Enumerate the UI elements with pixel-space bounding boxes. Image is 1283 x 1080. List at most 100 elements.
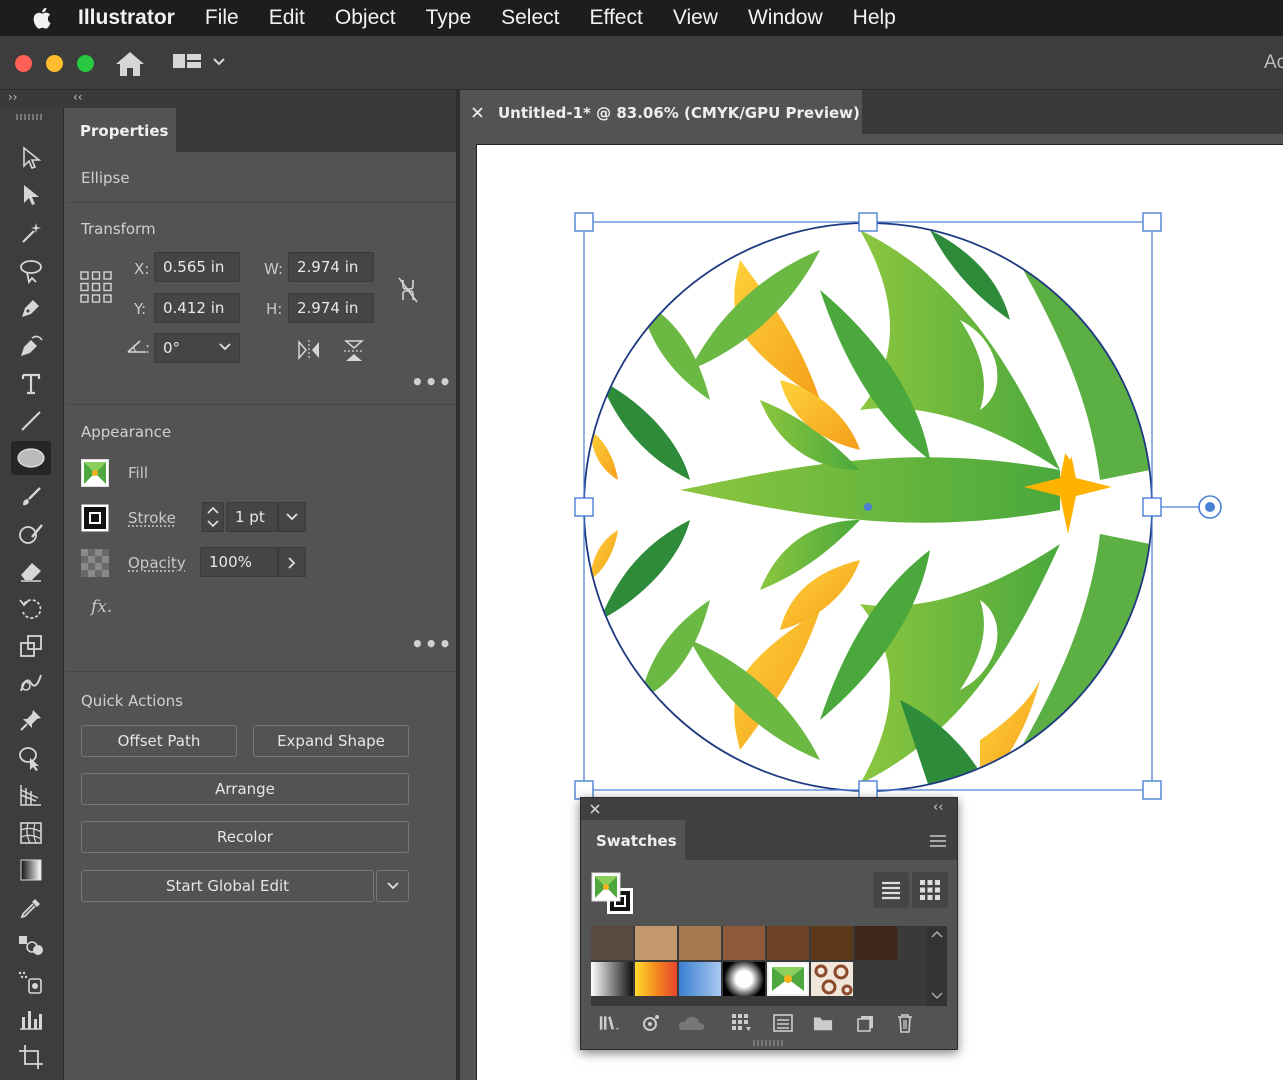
swatch-gradient-gray[interactable] <box>591 962 633 996</box>
perspective-grid-tool[interactable] <box>11 778 51 812</box>
close-window-button[interactable] <box>15 55 32 72</box>
shaper-tool[interactable] <box>11 517 51 551</box>
swatch-color-2[interactable] <box>635 926 677 960</box>
document-tab[interactable]: Untitled-1* @ 83.06% (CMYK/GPU Preview) <box>460 90 862 134</box>
global-edit-options-dropdown[interactable] <box>376 870 409 902</box>
swatch-gradient-blue[interactable] <box>679 962 721 996</box>
expand-shape-button[interactable]: Expand Shape <box>253 725 409 757</box>
opacity-input[interactable]: 100% <box>200 547 278 577</box>
height-input[interactable]: 2.974 in <box>288 293 374 323</box>
toolbar-grip-icon[interactable] <box>16 114 46 120</box>
properties-tab[interactable]: Properties <box>66 108 176 152</box>
direct-selection-tool[interactable] <box>11 178 51 212</box>
home-icon[interactable] <box>114 50 146 78</box>
scroll-down-icon[interactable] <box>931 992 943 1000</box>
stroke-swatch-icon[interactable] <box>81 504 109 532</box>
menu-help[interactable]: Help <box>853 6 896 30</box>
opacity-flyout-button[interactable] <box>278 547 306 577</box>
opacity-label[interactable]: Opacity <box>128 554 186 572</box>
minimize-window-button[interactable] <box>46 55 63 72</box>
recolor-button[interactable]: Recolor <box>81 821 409 853</box>
arrange-button[interactable]: Arrange <box>81 773 409 805</box>
reference-point-icon[interactable] <box>80 271 112 303</box>
gradient-tool[interactable] <box>11 853 51 887</box>
menu-app-name[interactable]: Illustrator <box>78 6 175 30</box>
swatch-color-6[interactable] <box>811 926 853 960</box>
type-tool[interactable] <box>11 367 51 401</box>
close-panel-icon[interactable] <box>590 804 600 814</box>
cloud-library-icon[interactable] <box>677 1013 707 1033</box>
swatch-pattern-swirls[interactable] <box>811 962 853 996</box>
stroke-weight-dropdown[interactable] <box>278 502 306 532</box>
flip-vertical-icon[interactable] <box>342 338 366 364</box>
y-input[interactable]: 0.412 in <box>154 293 240 323</box>
swatch-gradient-radial[interactable] <box>723 962 765 996</box>
selected-ellipse-artwork[interactable] <box>460 134 1283 800</box>
fx-effects-button[interactable]: fx. <box>91 597 112 617</box>
angle-dropdown-chevron-icon[interactable] <box>218 342 232 352</box>
swatch-options-grid-icon[interactable] <box>731 1013 751 1033</box>
swatch-color-5[interactable] <box>767 926 809 960</box>
menu-view[interactable]: View <box>673 6 718 30</box>
grid-view-button[interactable] <box>912 872 948 908</box>
stroke-weight-input[interactable]: 1 pt <box>226 502 278 532</box>
workspace-switcher-icon[interactable] <box>172 52 228 72</box>
swatches-title-bar[interactable]: ‹‹ <box>581 798 957 820</box>
expand-toolbar-arrows[interactable]: ›› <box>8 90 18 104</box>
line-segment-tool[interactable] <box>11 404 51 438</box>
selection-tool[interactable] <box>11 141 51 175</box>
eraser-tool[interactable] <box>11 554 51 588</box>
collapse-panel-arrows[interactable]: ‹‹ <box>933 800 943 815</box>
list-view-button[interactable] <box>873 872 909 908</box>
transform-more-options-button[interactable]: ••• <box>411 370 452 394</box>
curvature-tool[interactable] <box>11 329 51 363</box>
opacity-checker-icon[interactable] <box>81 549 109 577</box>
swatch-libraries-icon[interactable] <box>599 1013 619 1033</box>
start-global-edit-button[interactable]: Start Global Edit <box>81 870 374 902</box>
appbar-right-label[interactable]: Ac <box>1264 52 1283 74</box>
blend-tool[interactable] <box>11 928 51 962</box>
menu-type[interactable]: Type <box>426 6 472 30</box>
scroll-up-icon[interactable] <box>931 930 943 938</box>
fill-swatch-icon[interactable] <box>81 459 109 487</box>
width-input[interactable]: 2.974 in <box>288 252 374 282</box>
ellipse-tool[interactable] <box>11 441 51 475</box>
scale-tool[interactable] <box>11 629 51 663</box>
appearance-more-options-button[interactable]: ••• <box>411 632 452 656</box>
flip-horizontal-icon[interactable] <box>296 338 322 362</box>
constrain-proportions-icon[interactable] <box>396 276 420 304</box>
artboard-tool[interactable] <box>11 1040 51 1074</box>
panel-menu-icon[interactable] <box>929 834 947 848</box>
swatch-color-7[interactable] <box>855 926 897 960</box>
panel-resize-grip-icon[interactable] <box>753 1040 785 1046</box>
show-swatch-kinds-icon[interactable] <box>641 1013 661 1033</box>
symbol-sprayer-tool[interactable] <box>11 965 51 999</box>
apple-icon[interactable] <box>30 5 56 31</box>
swatch-color-4[interactable] <box>723 926 765 960</box>
menu-effect[interactable]: Effect <box>590 6 643 30</box>
swatch-color-3[interactable] <box>679 926 721 960</box>
x-input[interactable]: 0.565 in <box>154 252 240 282</box>
fill-stroke-indicator-icon[interactable] <box>591 872 637 918</box>
menu-select[interactable]: Select <box>501 6 559 30</box>
warp-tool[interactable] <box>11 666 51 700</box>
menu-window[interactable]: Window <box>748 6 823 30</box>
magic-wand-tool[interactable] <box>11 216 51 250</box>
menu-edit[interactable]: Edit <box>269 6 305 30</box>
close-tab-icon[interactable] <box>472 107 483 118</box>
offset-path-button[interactable]: Offset Path <box>81 725 237 757</box>
rotate-tool[interactable] <box>11 591 51 625</box>
zoom-window-button[interactable] <box>77 55 94 72</box>
column-graph-tool[interactable] <box>11 1002 51 1036</box>
swatch-scrollbar[interactable] <box>927 926 947 1006</box>
new-color-group-icon[interactable] <box>813 1013 833 1033</box>
swatch-pattern-leaves[interactable] <box>767 962 809 996</box>
new-swatch-icon[interactable] <box>855 1013 875 1033</box>
pen-tool[interactable] <box>11 291 51 325</box>
trash-icon[interactable] <box>895 1013 915 1033</box>
swatch-color-1[interactable] <box>591 926 633 960</box>
puppet-warp-tool[interactable] <box>11 703 51 737</box>
stroke-weight-stepper-icon[interactable] <box>202 502 224 532</box>
collapse-panel-arrows[interactable]: ‹‹ <box>73 90 83 104</box>
swatch-list-icon[interactable] <box>773 1013 793 1033</box>
